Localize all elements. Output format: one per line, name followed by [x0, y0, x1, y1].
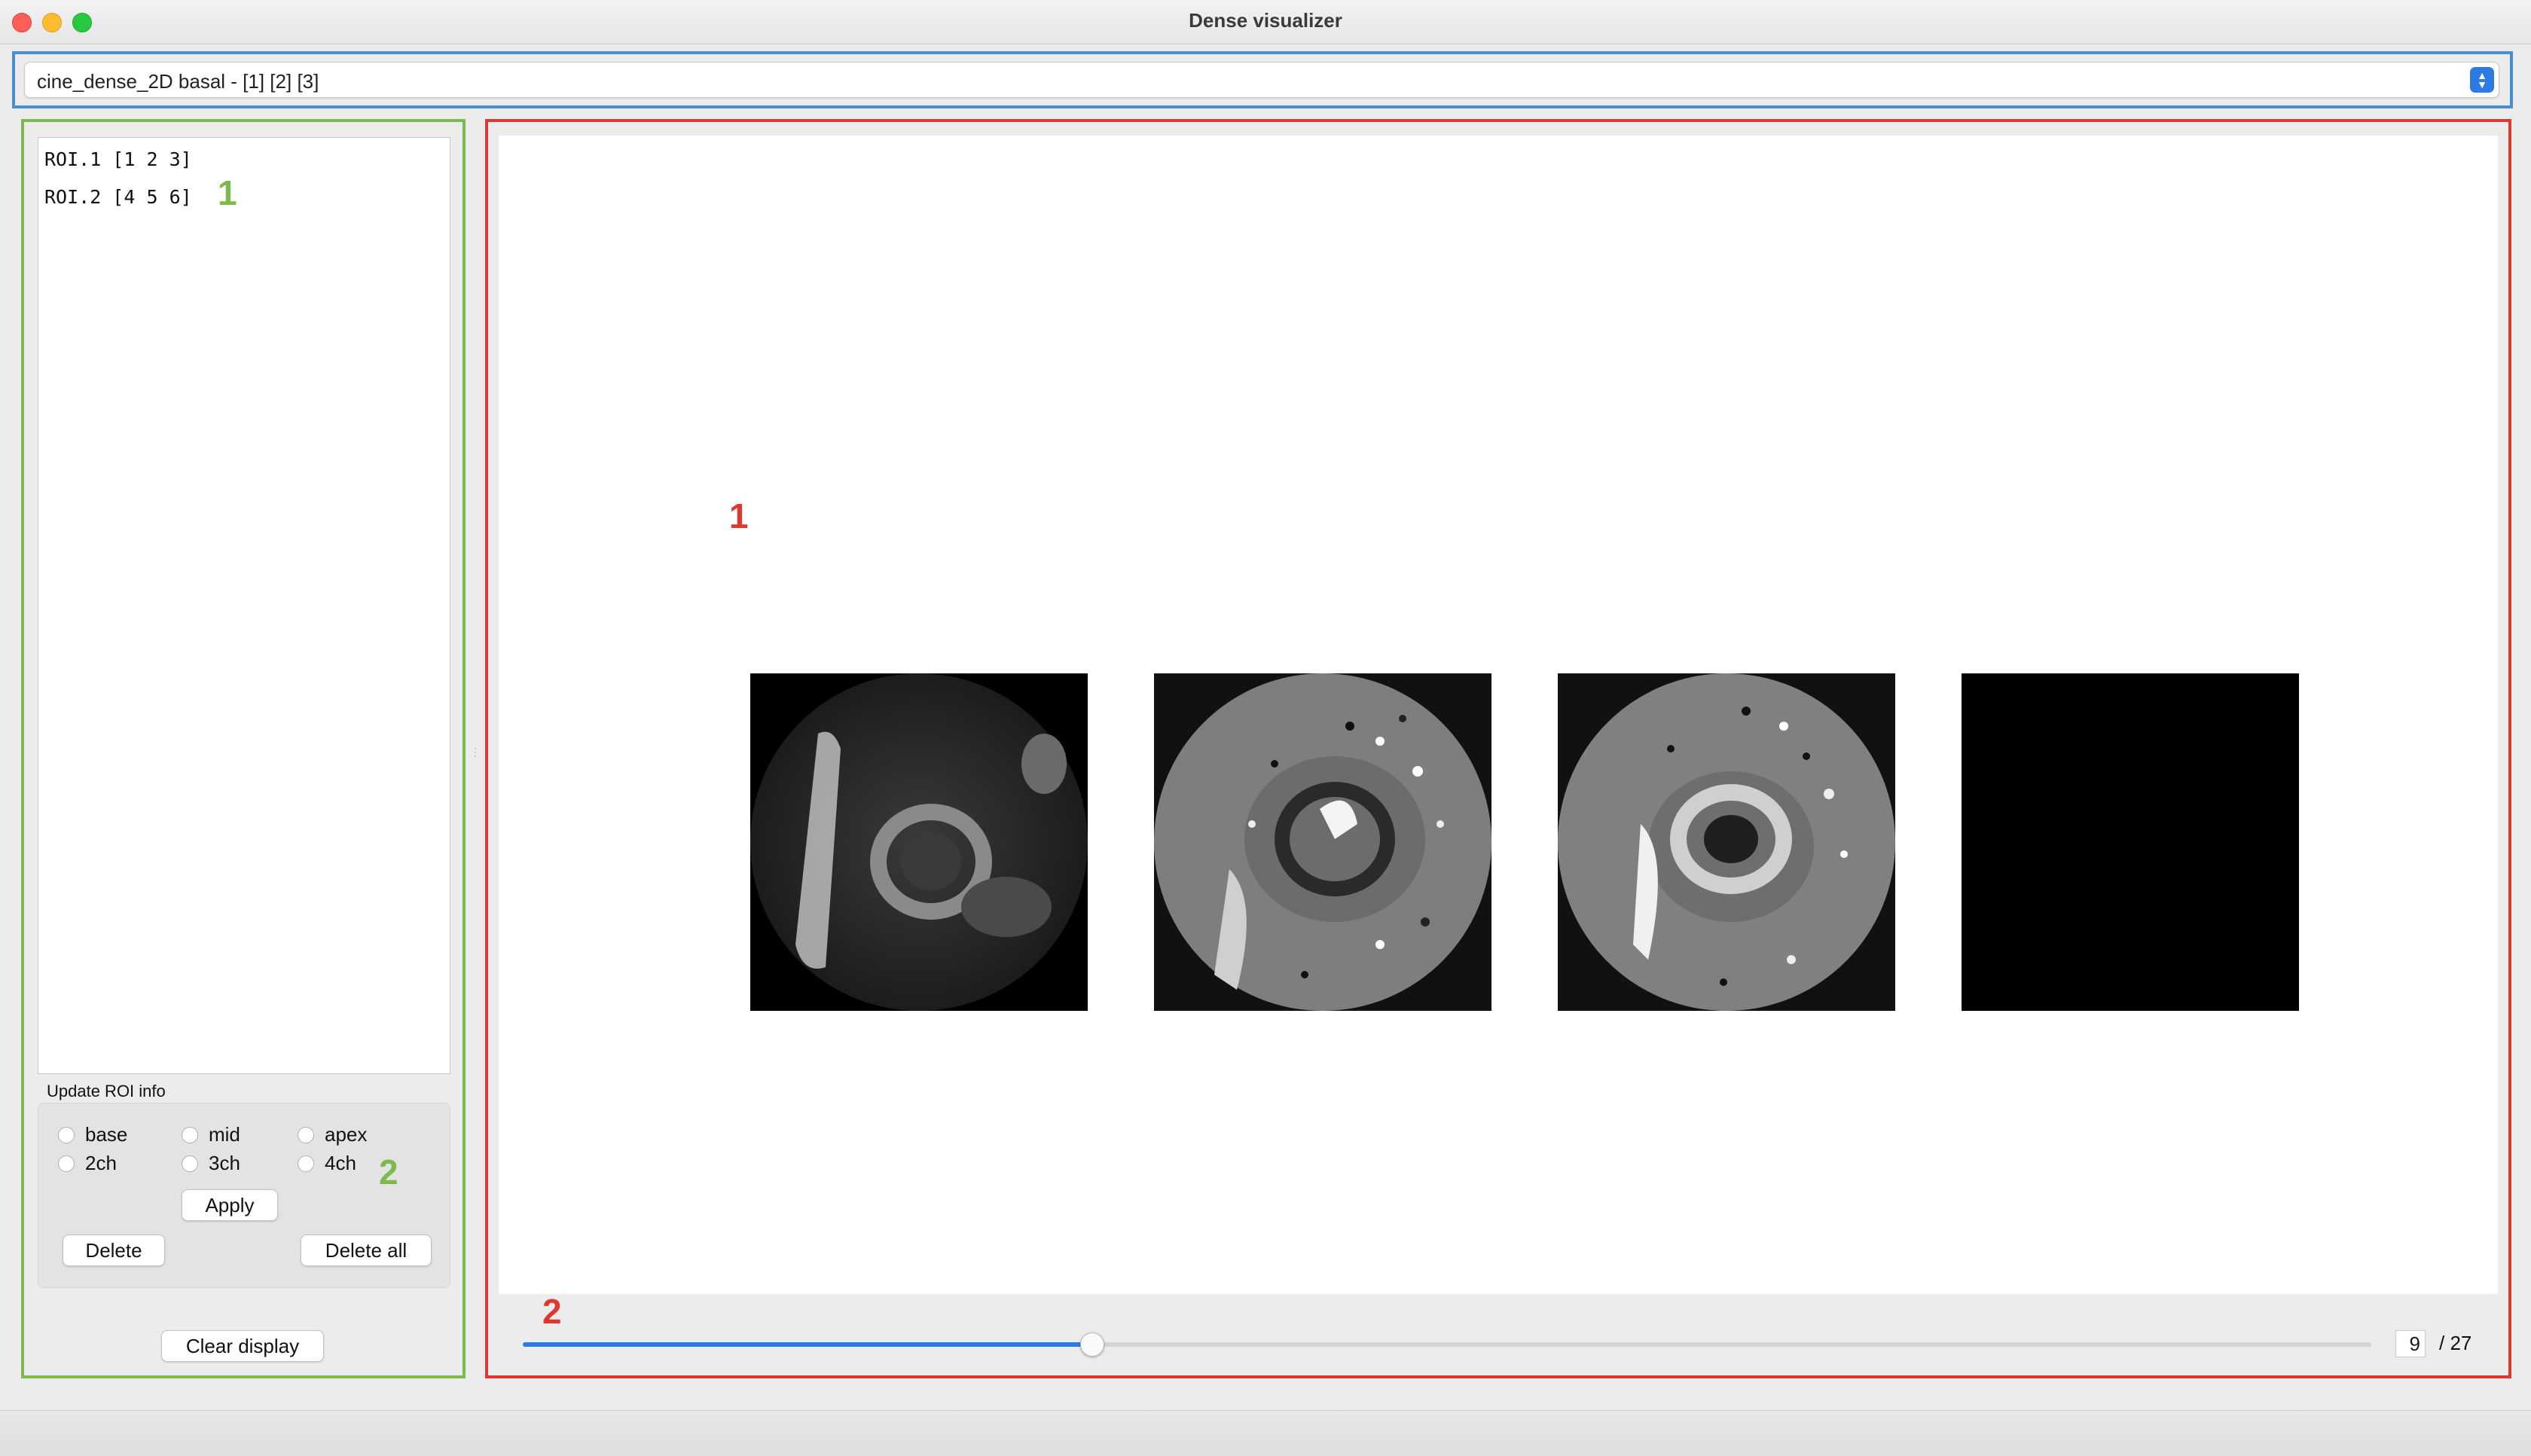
radio-circle[interactable] — [58, 1126, 75, 1143]
frame-number-input[interactable]: 9 — [2395, 1330, 2426, 1357]
magnitude-image[interactable] — [750, 673, 1088, 1011]
roi-list-item[interactable]: ROI.2 [4 5 6] — [44, 186, 192, 208]
frame-slider-handle[interactable] — [1080, 1332, 1105, 1357]
radio-apex[interactable]: apex — [298, 1123, 367, 1146]
radio-label: 2ch — [85, 1152, 117, 1174]
radio-3ch[interactable]: 3ch — [182, 1152, 240, 1175]
radio-label: apex — [325, 1123, 368, 1146]
radio-circle[interactable] — [182, 1126, 198, 1143]
window-title: Dense visualizer — [1189, 9, 1342, 32]
delete-button[interactable]: Delete — [63, 1235, 165, 1266]
radio-circle[interactable] — [58, 1155, 75, 1172]
delete-all-button[interactable]: Delete all — [301, 1235, 432, 1266]
splitter-handle[interactable]: ⋮ — [470, 746, 481, 758]
frame-slider-fill — [523, 1342, 1092, 1347]
radio-4ch[interactable]: 4ch — [298, 1152, 356, 1175]
apply-button[interactable]: Apply — [182, 1189, 278, 1221]
annotation-marker: 1 — [729, 496, 749, 536]
status-bar — [0, 1410, 2531, 1456]
update-roi-title: Update ROI info — [47, 1082, 166, 1100]
empty-image[interactable] — [1962, 673, 2299, 1011]
radio-label: mid — [209, 1123, 240, 1146]
dataset-select-value: cine_dense_2D basal - [1] [2] [3] — [37, 70, 319, 93]
title-bar: Dense visualizer — [0, 0, 2531, 44]
radio-label: 4ch — [325, 1152, 356, 1174]
radio-circle[interactable] — [298, 1155, 314, 1172]
radio-circle[interactable] — [182, 1155, 198, 1172]
dataset-select[interactable]: cine_dense_2D basal - [1] [2] [3] ▲ ▼ — [24, 62, 2499, 98]
radio-label: 3ch — [209, 1152, 240, 1174]
radio-label: base — [85, 1123, 128, 1146]
phase-y-image[interactable] — [1558, 673, 1895, 1011]
frame-total-label: / 27 — [2439, 1332, 2472, 1354]
annotation-marker: 2 — [542, 1292, 562, 1331]
clear-display-button[interactable]: Clear display — [161, 1330, 324, 1362]
left-panel: ROI.1 [1 2 3] ROI.2 [4 5 6] 1 Update ROI… — [21, 119, 466, 1378]
roi-list[interactable]: ROI.1 [1 2 3] ROI.2 [4 5 6] 1 — [38, 137, 450, 1074]
radio-2ch[interactable]: 2ch — [58, 1152, 117, 1175]
chevron-up-down-icon: ▲ ▼ — [2470, 67, 2494, 93]
radio-base[interactable]: base — [58, 1123, 127, 1146]
roi-list-item[interactable]: ROI.1 [1 2 3] — [44, 148, 192, 170]
radio-mid[interactable]: mid — [182, 1123, 240, 1146]
annotation-marker: 2 — [379, 1152, 398, 1192]
annotation-marker: 1 — [218, 173, 237, 212]
radio-circle[interactable] — [298, 1126, 314, 1143]
dataset-selector-frame: cine_dense_2D basal - [1] [2] [3] ▲ ▼ — [12, 51, 2513, 108]
update-roi-group: base mid apex 2ch 3ch 4ch 2 Apply Delete… — [38, 1103, 450, 1288]
image-canvas[interactable]: 1 — [499, 136, 2498, 1294]
phase-x-image[interactable] — [1154, 673, 1491, 1011]
main-panel: 1 2 9 / 27 — [485, 119, 2511, 1378]
frame-slider[interactable] — [523, 1332, 2371, 1357]
